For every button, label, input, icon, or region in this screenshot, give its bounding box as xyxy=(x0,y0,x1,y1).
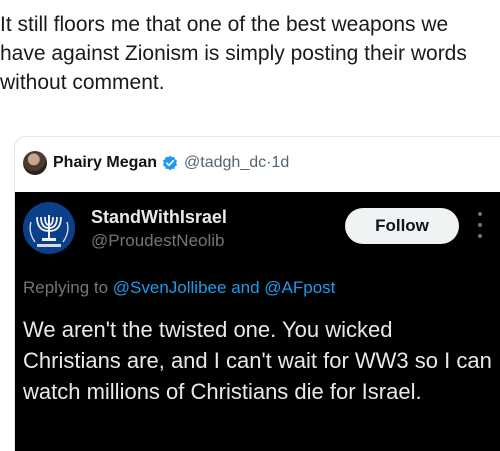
outer-tweet-header: Phairy Megan @tadgh_dc·1d xyxy=(23,150,289,176)
reply-and: and xyxy=(231,278,260,297)
reply-prefix: Replying to xyxy=(23,278,109,297)
quoted-author-name[interactable]: StandWithIsrael xyxy=(91,207,227,228)
verified-badge-icon xyxy=(163,155,178,171)
reply-mention-1[interactable]: @SvenJollibee xyxy=(113,278,227,297)
handle-text[interactable]: @tadgh_dc xyxy=(184,154,266,171)
quoted-author-handle[interactable]: @ProudestNeolib xyxy=(91,231,225,251)
quoted-avatar[interactable] xyxy=(23,202,75,254)
author-name[interactable]: Phairy Megan xyxy=(53,154,157,172)
author-handle[interactable]: @tadgh_dc·1d xyxy=(184,154,289,172)
reply-mention-2[interactable]: @AFpost xyxy=(264,278,335,297)
replying-to: Replying to @SvenJollibee and @AFpost xyxy=(23,278,335,298)
quoted-tweet-text: We aren't the twisted one. You wicked Ch… xyxy=(23,317,492,404)
post-caption: It still floors me that one of the best … xyxy=(0,13,467,94)
menorah-emblem-icon xyxy=(23,202,75,254)
more-options-icon[interactable] xyxy=(478,212,482,238)
follow-button[interactable]: Follow xyxy=(345,208,459,244)
avatar[interactable] xyxy=(23,151,47,175)
quoted-tweet[interactable]: StandWithIsrael @ProudestNeolib Follow R… xyxy=(15,192,500,451)
tweet-card[interactable]: Phairy Megan @tadgh_dc·1d StandWithIsrae… xyxy=(14,136,500,451)
timestamp[interactable]: 1d xyxy=(271,154,289,171)
